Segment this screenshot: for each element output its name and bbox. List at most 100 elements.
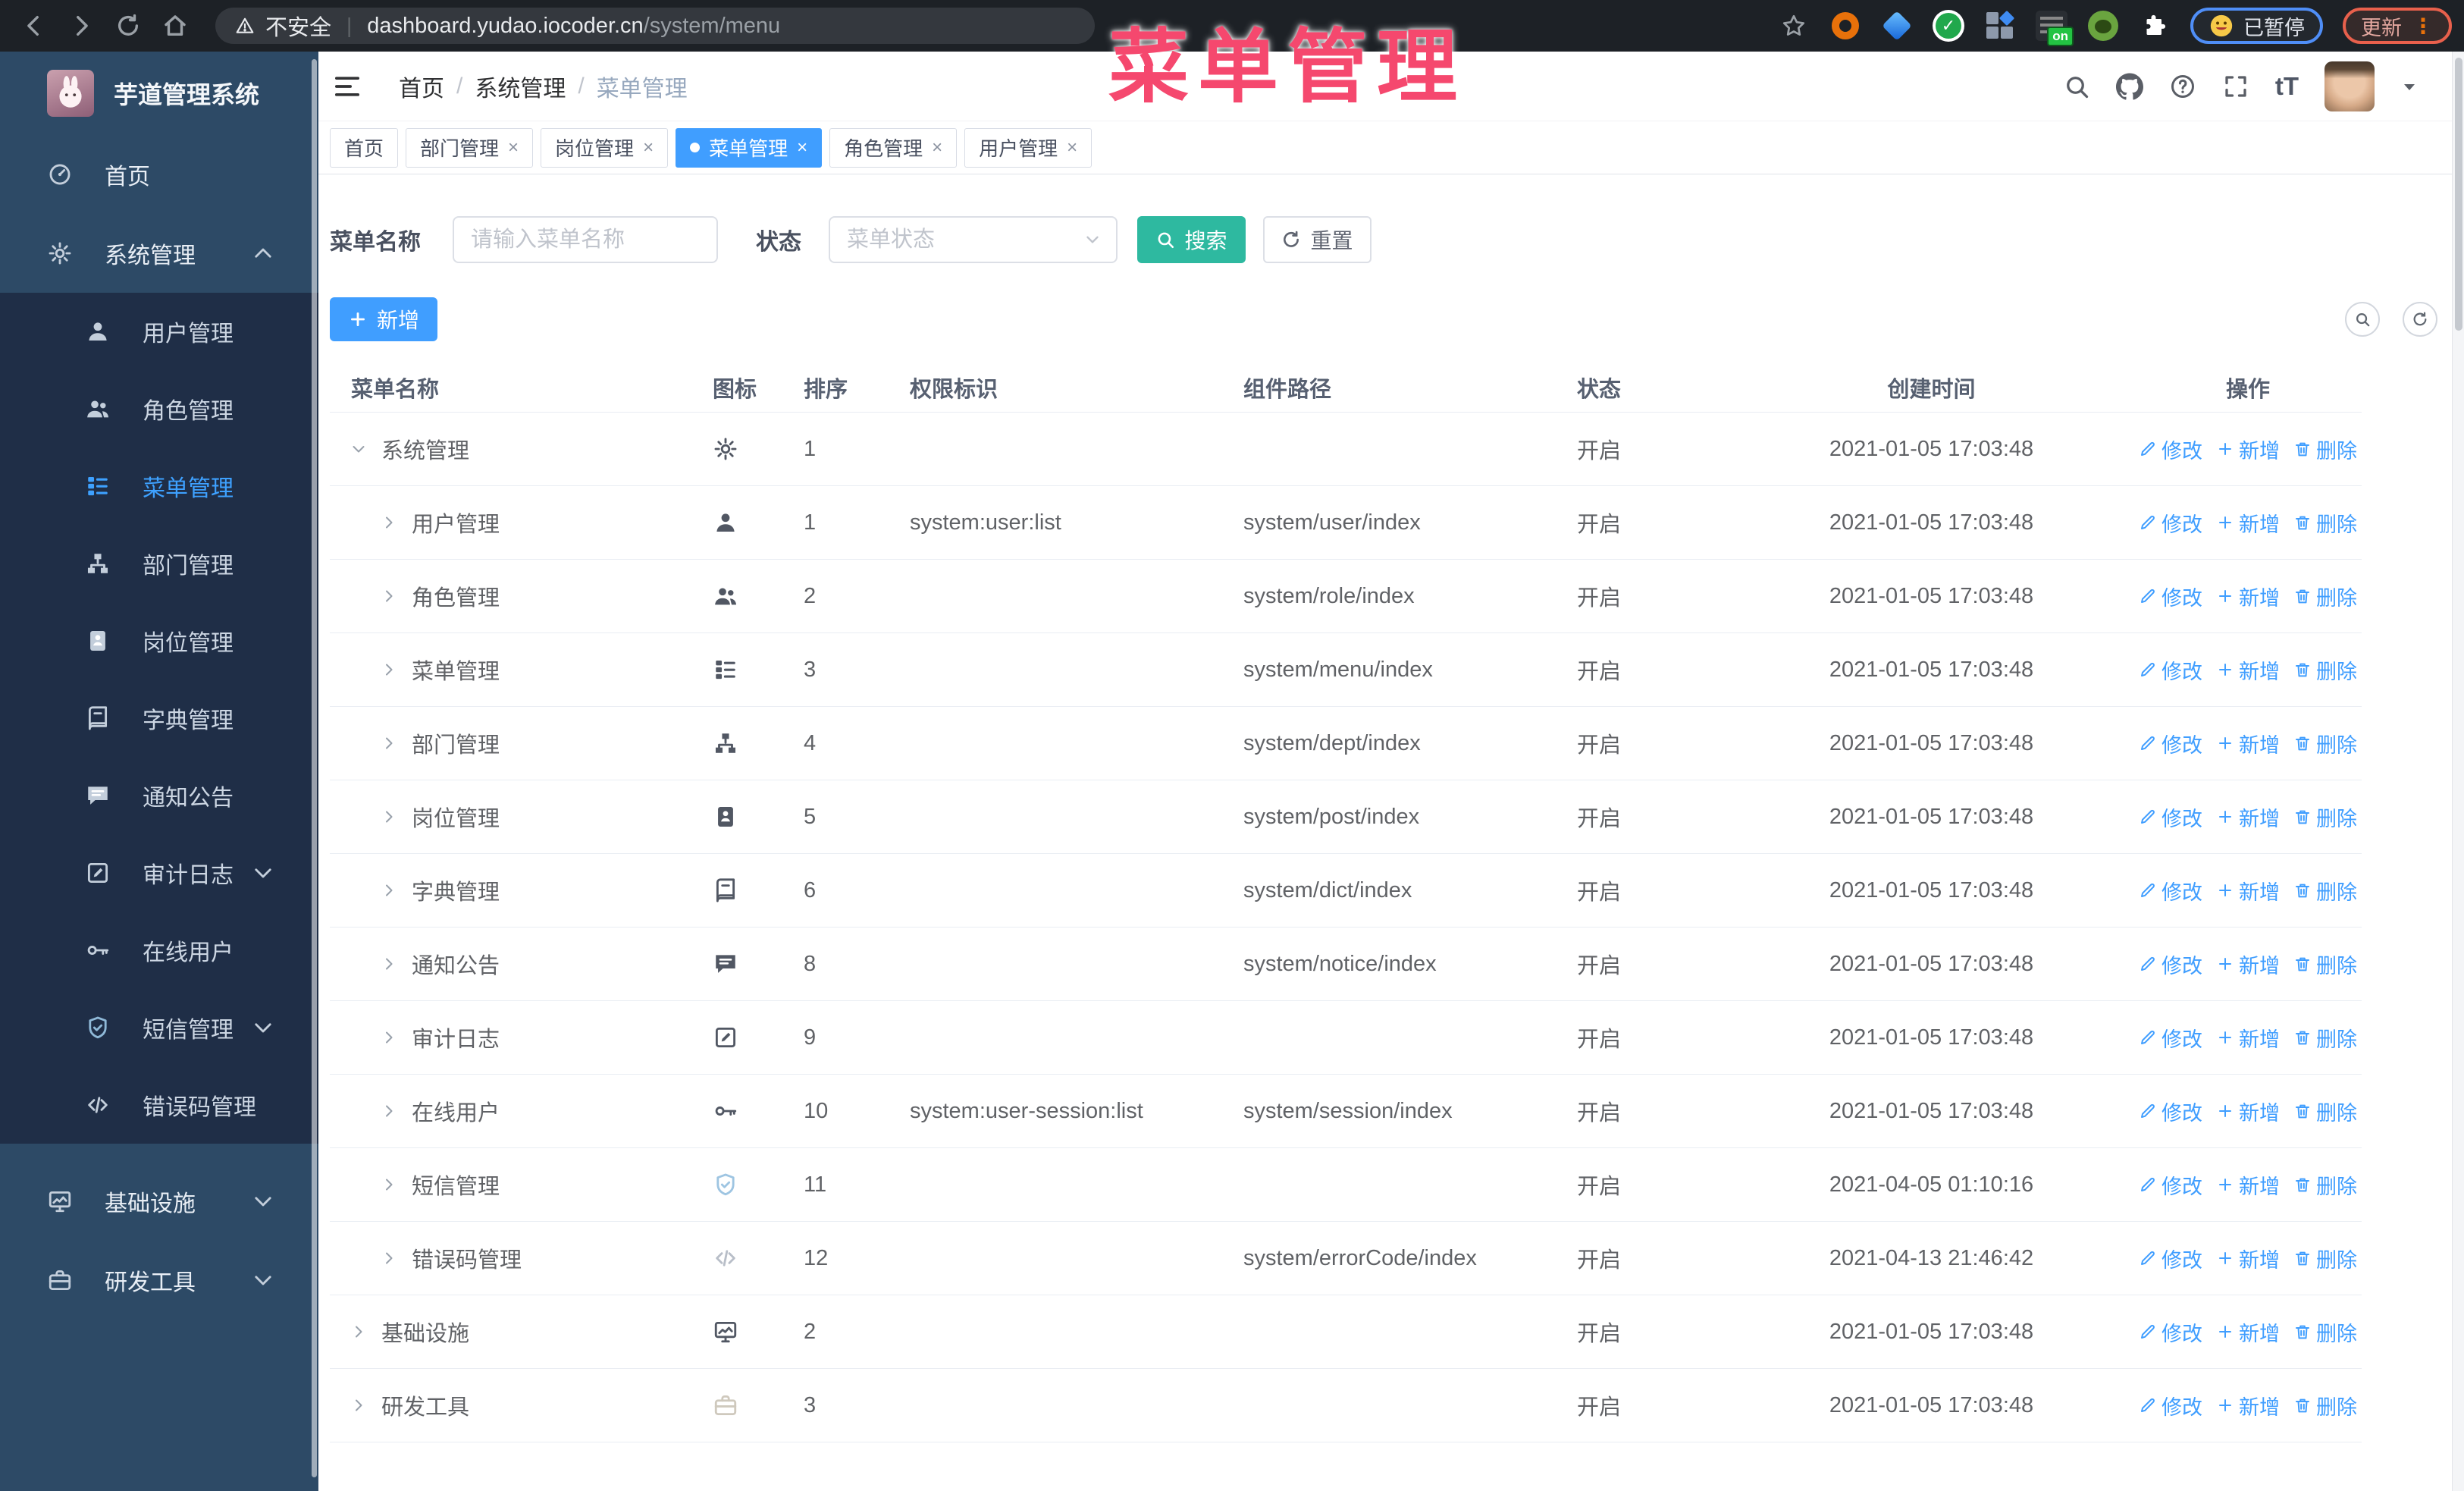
tab-岗位管理[interactable]: 岗位管理 × [541,127,669,168]
add-link[interactable]: 新增 [2216,1391,2280,1420]
breadcrumb-home[interactable]: 首页 [399,70,444,103]
add-link[interactable]: 新增 [2216,876,2280,906]
add-link[interactable]: 新增 [2216,1317,2280,1347]
bookmark-star-icon[interactable] [1778,10,1810,42]
edit-link[interactable]: 修改 [2139,1170,2202,1200]
tab-首页[interactable]: 首页 [330,127,399,168]
sidebar-item-首页[interactable]: 首页 [0,135,318,214]
browser-reload-icon[interactable] [115,13,141,39]
extension-switch-icon[interactable]: on [2036,10,2074,46]
add-link[interactable]: 新增 [2216,655,2280,685]
avatar[interactable] [2324,61,2375,111]
extension-monkey-icon[interactable] [2087,10,2119,42]
expand-row-icon[interactable] [380,1249,398,1267]
browser-forward-icon[interactable] [68,13,94,39]
sidebar-item-错误码管理[interactable]: 错误码管理 [0,1066,318,1144]
hide-search-icon[interactable] [2345,302,2380,337]
help-icon[interactable] [2169,73,2196,100]
close-icon[interactable]: × [643,137,654,159]
sidebar-item-字典管理[interactable]: 字典管理 [0,680,318,757]
expand-row-icon[interactable] [380,955,398,973]
expand-row-icon[interactable] [380,1028,398,1047]
reset-button[interactable]: 重置 [1263,216,1372,263]
edit-link[interactable]: 修改 [2139,582,2202,611]
expand-row-icon[interactable] [380,881,398,899]
sidebar-scrollbar[interactable] [312,59,317,1477]
delete-link[interactable]: 删除 [2293,1023,2357,1053]
delete-link[interactable]: 删除 [2293,876,2357,906]
sidebar-item-部门管理[interactable]: 部门管理 [0,525,318,602]
edit-link[interactable]: 修改 [2139,1097,2202,1126]
close-icon[interactable]: × [797,137,807,159]
extension-green-check-icon[interactable]: ✓ [1933,10,1964,42]
expand-row-icon[interactable] [380,661,398,679]
browser-update-badge[interactable]: 更新 ⋮ [2343,8,2452,44]
delete-link[interactable]: 删除 [2293,655,2357,685]
delete-link[interactable]: 删除 [2293,1317,2357,1347]
add-link[interactable]: 新增 [2216,1023,2280,1053]
edit-link[interactable]: 修改 [2139,1244,2202,1273]
expand-row-icon[interactable] [380,513,398,532]
delete-link[interactable]: 删除 [2293,950,2357,979]
search-button[interactable]: 搜索 [1137,216,1246,263]
sidebar-item-系统管理[interactable]: 系统管理 [0,214,318,293]
extension-orange-ring-icon[interactable] [1829,10,1861,42]
search-icon[interactable] [2063,73,2090,100]
refresh-table-icon[interactable] [2403,302,2437,337]
edit-link[interactable]: 修改 [2139,950,2202,979]
hamburger-icon[interactable] [332,71,362,102]
edit-link[interactable]: 修改 [2139,1391,2202,1420]
edit-link[interactable]: 修改 [2139,508,2202,538]
sidebar-item-岗位管理[interactable]: 岗位管理 [0,602,318,680]
tab-角色管理[interactable]: 角色管理 × [829,127,958,168]
sidebar-item-研发工具[interactable]: 研发工具 [0,1241,318,1320]
add-link[interactable]: 新增 [2216,508,2280,538]
extensions-puzzle-icon[interactable] [2139,10,2171,42]
menu-name-input[interactable] [453,216,718,263]
add-link[interactable]: 新增 [2216,950,2280,979]
add-link[interactable]: 新增 [2216,1097,2280,1126]
delete-link[interactable]: 删除 [2293,508,2357,538]
browser-home-icon[interactable] [162,13,188,39]
tab-菜单管理[interactable]: 菜单管理 × [676,127,823,168]
add-link[interactable]: 新增 [2216,582,2280,611]
expand-row-icon[interactable] [380,1102,398,1120]
add-link[interactable]: 新增 [2216,1170,2280,1200]
delete-link[interactable]: 删除 [2293,1244,2357,1273]
fullscreen-icon[interactable] [2222,73,2249,100]
sidebar-item-用户管理[interactable]: 用户管理 [0,293,318,370]
delete-link[interactable]: 删除 [2293,1097,2357,1126]
status-select-input[interactable] [829,216,1118,263]
address-bar[interactable]: 不安全 | dashboard.yudao.iocoder.cn/system/… [215,8,1095,44]
delete-link[interactable]: 删除 [2293,1170,2357,1200]
add-link[interactable]: 新增 [2216,802,2280,832]
edit-link[interactable]: 修改 [2139,802,2202,832]
expand-row-icon[interactable] [380,1176,398,1194]
sidebar-item-在线用户[interactable]: 在线用户 [0,912,318,989]
extension-blue-gem-icon[interactable] [1881,10,1913,42]
breadcrumb-system[interactable]: 系统管理 [475,70,566,103]
edit-link[interactable]: 修改 [2139,435,2202,464]
add-link[interactable]: 新增 [2216,729,2280,758]
sidebar-item-基础设施[interactable]: 基础设施 [0,1162,318,1241]
expand-row-icon[interactable] [380,587,398,605]
close-icon[interactable]: × [932,137,942,159]
sidebar-item-菜单管理[interactable]: 菜单管理 [0,447,318,525]
add-button[interactable]: 新增 [330,297,437,341]
profile-paused-badge[interactable]: 已暂停 [2190,8,2323,44]
collapse-row-icon[interactable] [350,440,368,458]
status-select[interactable] [829,216,1118,263]
expand-row-icon[interactable] [350,1323,368,1341]
sidebar-item-通知公告[interactable]: 通知公告 [0,757,318,834]
chevron-down-icon[interactable] [2400,77,2419,96]
delete-link[interactable]: 删除 [2293,1391,2357,1420]
tab-部门管理[interactable]: 部门管理 × [406,127,534,168]
tab-用户管理[interactable]: 用户管理 × [964,127,1092,168]
github-icon[interactable] [2115,72,2143,100]
sidebar-item-角色管理[interactable]: 角色管理 [0,370,318,447]
edit-link[interactable]: 修改 [2139,729,2202,758]
add-link[interactable]: 新增 [2216,1244,2280,1273]
sidebar-item-短信管理[interactable]: 短信管理 [0,989,318,1066]
edit-link[interactable]: 修改 [2139,876,2202,906]
delete-link[interactable]: 删除 [2293,802,2357,832]
